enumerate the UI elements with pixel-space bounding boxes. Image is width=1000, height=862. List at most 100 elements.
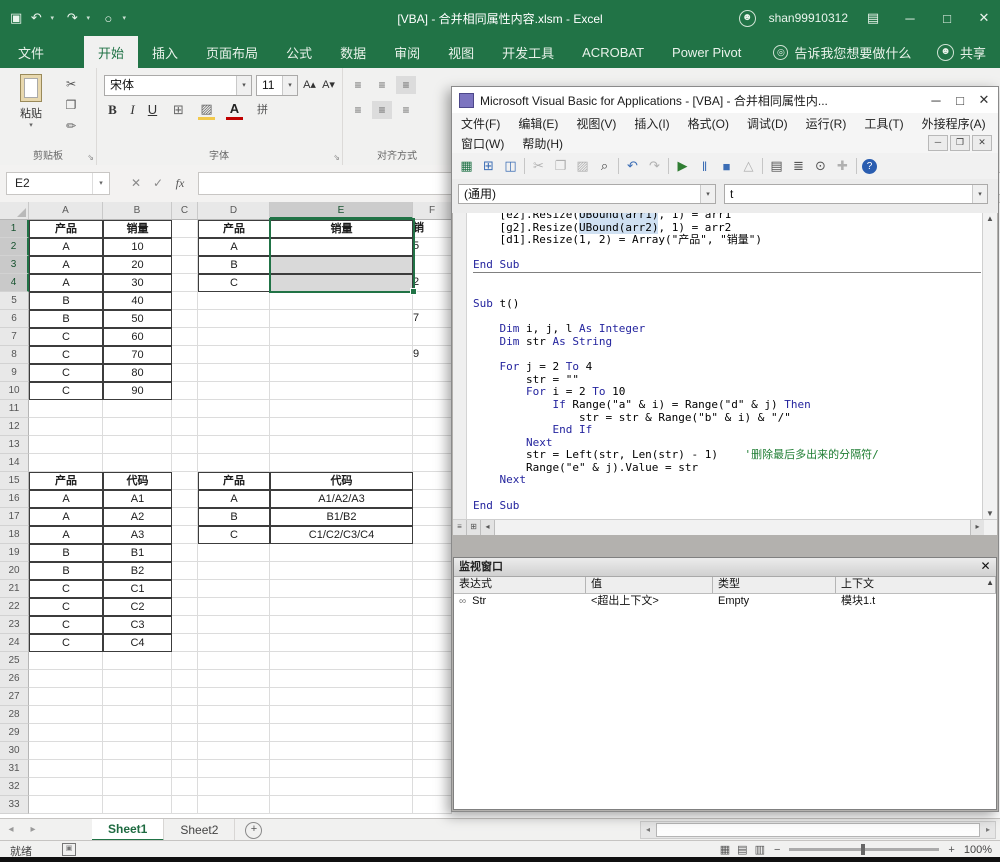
run-icon[interactable]: ▶: [674, 158, 691, 174]
scroll-up-icon[interactable]: ▲: [983, 214, 997, 223]
bold-button[interactable]: B: [104, 100, 121, 120]
sheet-tab-sheet1[interactable]: Sheet1: [92, 819, 164, 841]
tab-home[interactable]: 开始: [84, 36, 138, 68]
paste-dropdown-icon[interactable]: ▾: [29, 121, 33, 129]
sheet-nav-left-icon[interactable]: ◂: [0, 819, 22, 841]
cell-B22[interactable]: C2: [103, 598, 172, 616]
column-header-B[interactable]: B: [103, 202, 172, 219]
macro-record-icon[interactable]: ▣: [62, 843, 76, 856]
row-header-1[interactable]: 1: [0, 220, 29, 238]
tab-power-pivot[interactable]: Power Pivot: [658, 36, 755, 68]
cell-E28[interactable]: [270, 706, 413, 724]
borders-icon[interactable]: ⊞: [170, 100, 187, 120]
cell-D28[interactable]: [198, 706, 270, 724]
cell-F12[interactable]: [413, 418, 452, 436]
toolbox-icon[interactable]: ✚: [834, 158, 851, 174]
watch-col-1[interactable]: 表达式: [454, 577, 586, 593]
cell-B20[interactable]: B2: [103, 562, 172, 580]
cell-A27[interactable]: [29, 688, 103, 706]
font-dialog-launcher-icon[interactable]: ⇘: [333, 153, 340, 162]
vba-menu-8[interactable]: 工具(T): [855, 115, 912, 132]
zoom-slider[interactable]: [789, 848, 939, 851]
horizontal-scrollbar[interactable]: ◂ ▸: [640, 821, 996, 839]
cell-E31[interactable]: [270, 760, 413, 778]
cell-A8[interactable]: C: [29, 346, 103, 364]
tab-formulas[interactable]: 公式: [272, 36, 326, 68]
cell-A1[interactable]: 产品: [29, 220, 103, 238]
copy-icon[interactable]: ❐: [552, 158, 569, 174]
cut-icon[interactable]: ✂: [62, 75, 80, 93]
cell-D22[interactable]: [198, 598, 270, 616]
name-box-dropdown-icon[interactable]: ▾: [92, 173, 109, 194]
cell-B21[interactable]: C1: [103, 580, 172, 598]
row-header-15[interactable]: 15: [0, 472, 29, 490]
column-header-E[interactable]: E: [270, 202, 413, 219]
paste-button[interactable]: 粘贴 ▾: [8, 74, 54, 138]
cell-B4[interactable]: 30: [103, 274, 172, 292]
column-header-A[interactable]: A: [29, 202, 103, 219]
cell-D29[interactable]: [198, 724, 270, 742]
cell-F6[interactable]: 7: [413, 310, 452, 328]
row-header-30[interactable]: 30: [0, 742, 29, 760]
phonetic-guide-icon[interactable]: 拼: [254, 100, 271, 120]
cell-F20[interactable]: [413, 562, 452, 580]
cell-E22[interactable]: [270, 598, 413, 616]
help-icon[interactable]: ?: [862, 159, 877, 174]
cell-D13[interactable]: [198, 436, 270, 454]
cell-E5[interactable]: [270, 292, 413, 310]
cell-C20[interactable]: [172, 562, 198, 580]
tell-me-search[interactable]: ◎ 告诉我您想要做什么: [773, 36, 911, 68]
row-header-17[interactable]: 17: [0, 508, 29, 526]
procedure-combo[interactable]: t ▾: [724, 184, 988, 204]
cell-C18[interactable]: [172, 526, 198, 544]
cell-D3[interactable]: B: [198, 256, 270, 274]
bottom-align-icon[interactable]: ≡: [396, 76, 416, 94]
cell-D16[interactable]: A: [198, 490, 270, 508]
cell-D25[interactable]: [198, 652, 270, 670]
font-size-dropdown-icon[interactable]: ▾: [282, 76, 297, 95]
properties-window-icon[interactable]: ≣: [790, 158, 807, 174]
cell-A15[interactable]: 产品: [29, 472, 103, 490]
row-header-32[interactable]: 32: [0, 778, 29, 796]
cell-A13[interactable]: [29, 436, 103, 454]
cell-E16[interactable]: A1/A2/A3: [270, 490, 413, 508]
cell-C10[interactable]: [172, 382, 198, 400]
cell-C29[interactable]: [172, 724, 198, 742]
row-header-33[interactable]: 33: [0, 796, 29, 814]
cell-D15[interactable]: 产品: [198, 472, 270, 490]
cell-F17[interactable]: [413, 508, 452, 526]
cell-B7[interactable]: 60: [103, 328, 172, 346]
cell-A31[interactable]: [29, 760, 103, 778]
normal-view-icon[interactable]: ▦: [720, 843, 730, 856]
watch-col-4[interactable]: 上下文: [836, 577, 996, 593]
row-header-20[interactable]: 20: [0, 562, 29, 580]
cell-A21[interactable]: C: [29, 580, 103, 598]
italic-button[interactable]: I: [124, 100, 141, 120]
cell-F25[interactable]: [413, 652, 452, 670]
cell-E1[interactable]: 销量: [270, 220, 413, 238]
cell-B14[interactable]: [103, 454, 172, 472]
cell-F13[interactable]: [413, 436, 452, 454]
cell-D14[interactable]: [198, 454, 270, 472]
cell-F10[interactable]: [413, 382, 452, 400]
cell-E29[interactable]: [270, 724, 413, 742]
cell-B13[interactable]: [103, 436, 172, 454]
watch-col-3[interactable]: 类型: [713, 577, 836, 593]
cell-B15[interactable]: 代码: [103, 472, 172, 490]
middle-align-icon[interactable]: ≡: [372, 76, 392, 94]
cell-A30[interactable]: [29, 742, 103, 760]
cell-C5[interactable]: [172, 292, 198, 310]
cell-C21[interactable]: [172, 580, 198, 598]
cell-C1[interactable]: [172, 220, 198, 238]
code-line[interactable]: Range("e" & j).Value = str: [473, 462, 981, 475]
cell-E13[interactable]: [270, 436, 413, 454]
cell-B32[interactable]: [103, 778, 172, 796]
cell-C12[interactable]: [172, 418, 198, 436]
cell-F22[interactable]: [413, 598, 452, 616]
cell-D32[interactable]: [198, 778, 270, 796]
cell-D8[interactable]: [198, 346, 270, 364]
scroll-right-icon[interactable]: ▸: [981, 822, 995, 838]
code-line[interactable]: [d1].Resize(1, 2) = Array("产品", "销量"): [473, 234, 981, 247]
row-header-25[interactable]: 25: [0, 652, 29, 670]
row-header-2[interactable]: 2: [0, 238, 29, 256]
